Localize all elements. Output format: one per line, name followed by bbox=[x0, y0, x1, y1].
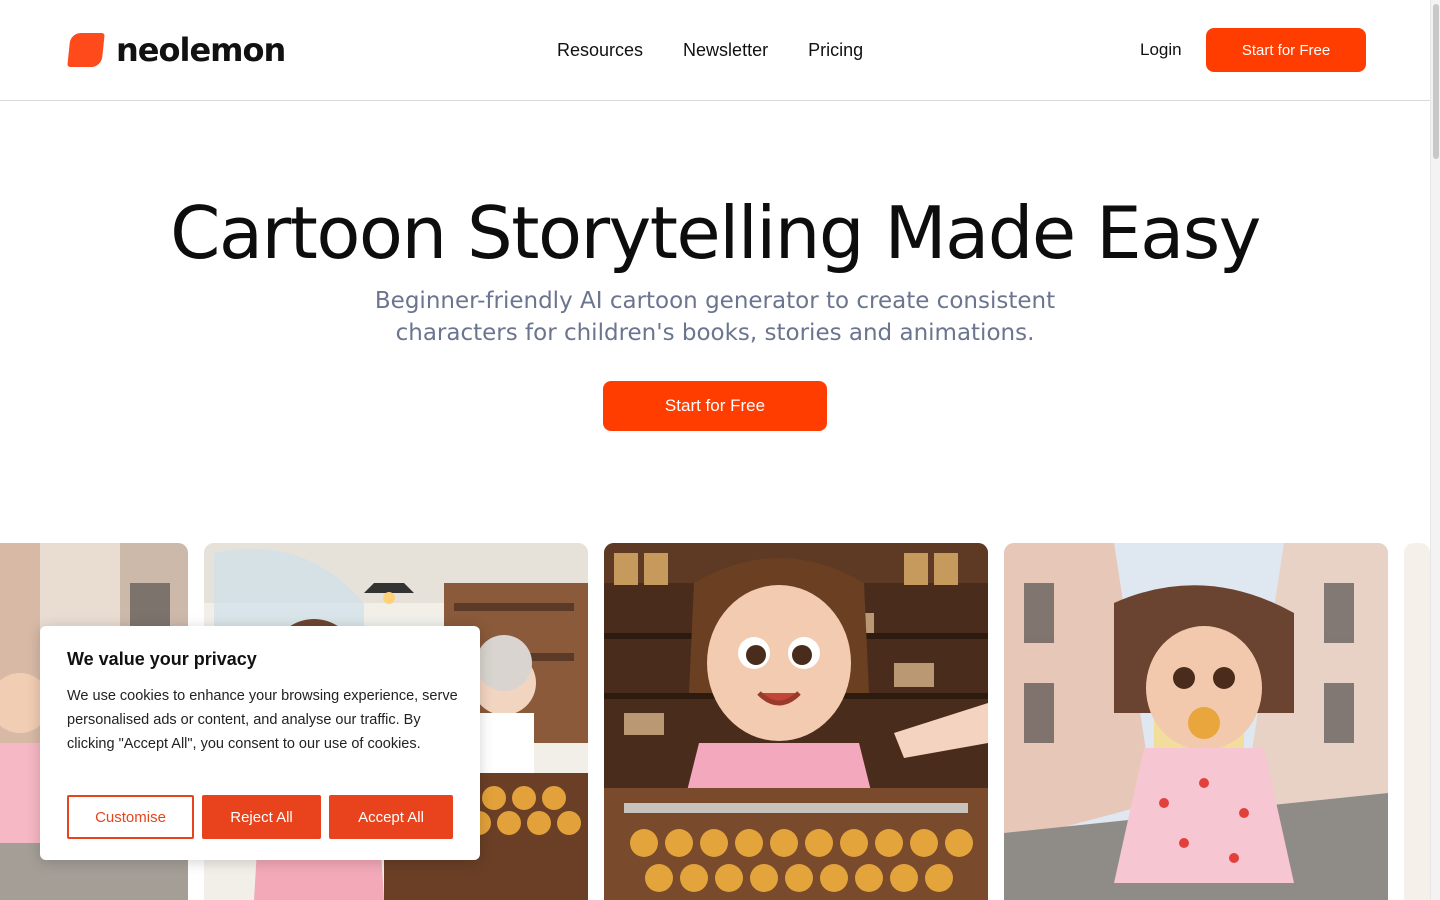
reject-all-button[interactable]: Reject All bbox=[202, 795, 321, 839]
start-free-hero-button[interactable]: Start for Free bbox=[603, 381, 827, 431]
cookie-title: We value your privacy bbox=[67, 649, 257, 669]
cookie-body: We use cookies to enhance your browsing … bbox=[67, 688, 458, 752]
login-link[interactable]: Login bbox=[1140, 38, 1182, 62]
start-free-header-button[interactable]: Start for Free bbox=[1206, 28, 1366, 72]
gallery-image-4 bbox=[1404, 543, 1430, 900]
customise-button[interactable]: Customise bbox=[67, 795, 194, 839]
brand-logo[interactable]: neolemon bbox=[67, 31, 286, 69]
cookie-actions: Customise Reject All Accept All bbox=[67, 795, 453, 839]
scroll-thumb[interactable] bbox=[1433, 4, 1439, 159]
gallery-image-2 bbox=[604, 543, 988, 900]
nav-pricing[interactable]: Pricing bbox=[808, 38, 863, 62]
nav-newsletter[interactable]: Newsletter bbox=[683, 38, 768, 62]
cookie-consent-banner: We value your privacy We use cookies to … bbox=[40, 626, 480, 860]
lemon-logo-icon bbox=[67, 33, 105, 67]
hero-title: Cartoon Storytelling Made Easy bbox=[170, 191, 1261, 275]
nav-resources[interactable]: Resources bbox=[557, 38, 643, 62]
hero-subtitle-line-2: characters for children's books, stories… bbox=[395, 320, 1035, 346]
hero-subtitle-line-1: Beginner-friendly AI cartoon generator t… bbox=[374, 288, 1056, 314]
gallery-image-3 bbox=[1004, 543, 1388, 900]
site-header: neolemon Resources Newsletter Pricing Lo… bbox=[0, 0, 1430, 101]
accept-all-button[interactable]: Accept All bbox=[329, 795, 453, 839]
brand-name: neolemon bbox=[116, 31, 286, 69]
hero-subtitle: Beginner-friendly AI cartoon generator t… bbox=[365, 285, 1065, 349]
page-scrollbar[interactable] bbox=[1430, 0, 1440, 900]
main-nav: Resources Newsletter Pricing bbox=[557, 38, 863, 62]
